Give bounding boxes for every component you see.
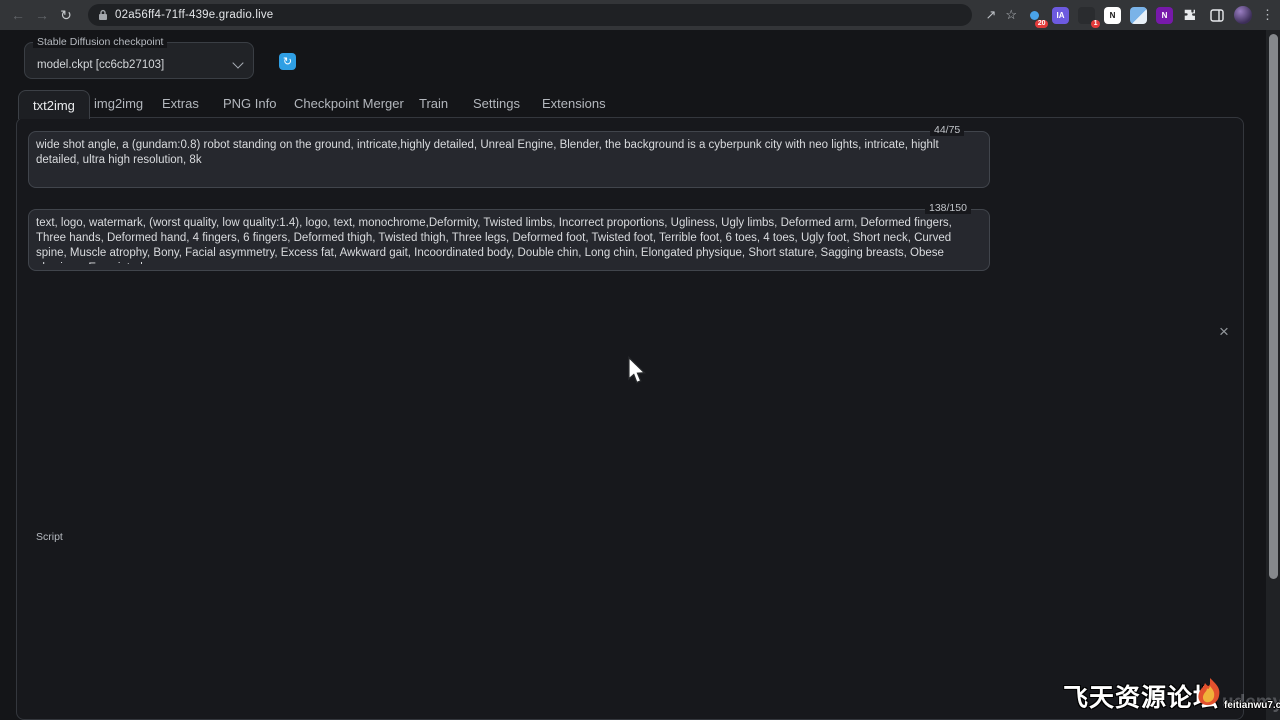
puzzle-glyph xyxy=(1184,9,1197,22)
url-text: 02a56ff4-71ff-439e.gradio.live xyxy=(115,9,273,21)
onenote-extension-icon[interactable]: N xyxy=(1156,7,1173,24)
checkpoint-label: Stable Diffusion checkpoint xyxy=(33,36,167,48)
photos-extension-icon[interactable] xyxy=(1130,7,1147,24)
ia-extension-icon[interactable]: IA xyxy=(1052,7,1069,24)
sidepanel-glyph xyxy=(1210,9,1224,22)
back-icon[interactable]: ← xyxy=(6,7,30,23)
watermark-site-text: feitianwu7.com xyxy=(1224,700,1280,711)
tab-png-info[interactable]: PNG Info xyxy=(223,90,276,117)
lock-icon xyxy=(98,9,108,21)
chevron-down-icon xyxy=(234,59,243,68)
tab-checkpoint-merger[interactable]: Checkpoint Merger xyxy=(294,90,404,117)
pin-dot xyxy=(1030,11,1039,20)
reload-icon[interactable]: ↻ xyxy=(54,7,78,24)
profile-avatar[interactable] xyxy=(1234,6,1252,24)
screenshot-badge: 1 xyxy=(1091,20,1100,28)
browser-toolbar: ← → ↻ 02a56ff4-71ff-439e.gradio.live ↗ ☆… xyxy=(0,0,1280,30)
browser-menu-icon[interactable]: ⋮ xyxy=(1261,7,1274,23)
script-label: Script xyxy=(32,531,67,543)
prompt-input[interactable]: wide shot angle, a (gundam:0.8) robot st… xyxy=(36,138,984,182)
main-panel xyxy=(16,117,1244,720)
screenshot-extension-icon[interactable]: 1 xyxy=(1078,7,1095,24)
tab-extras[interactable]: Extras xyxy=(162,90,199,117)
flame-icon xyxy=(1196,677,1222,707)
tab-extensions[interactable]: Extensions xyxy=(542,90,606,117)
prompt-token-counter: 44/75 xyxy=(930,124,964,136)
negative-token-counter: 138/150 xyxy=(925,202,971,214)
mouse-cursor xyxy=(627,356,646,385)
tab-txt2img[interactable]: txt2img xyxy=(18,90,90,119)
bookmark-star-icon[interactable]: ☆ xyxy=(1005,7,1017,23)
scrollbar-track[interactable] xyxy=(1266,30,1280,720)
checkpoint-dropdown[interactable]: Stable Diffusion checkpoint model.ckpt [… xyxy=(24,42,254,79)
pin-badge: 20 xyxy=(1035,20,1048,28)
pin-extension-icon[interactable]: 20 xyxy=(1026,7,1043,24)
scrollbar-thumb[interactable] xyxy=(1269,34,1278,579)
tab-img2img[interactable]: img2img xyxy=(94,90,143,117)
tab-settings[interactable]: Settings xyxy=(473,90,520,117)
checkpoint-value: model.ckpt [cc6cb27103] xyxy=(37,59,164,71)
screen: ← → ↻ 02a56ff4-71ff-439e.gradio.live ↗ ☆… xyxy=(0,0,1280,720)
forward-icon[interactable]: → xyxy=(30,7,54,23)
notion-extension-icon[interactable]: N xyxy=(1104,7,1121,24)
address-bar[interactable]: 02a56ff4-71ff-439e.gradio.live xyxy=(88,4,972,26)
tab-train[interactable]: Train xyxy=(419,90,448,117)
share-icon[interactable]: ↗ xyxy=(985,7,996,23)
negative-prompt-input[interactable]: text, logo, watermark, (worst quality, l… xyxy=(36,216,984,264)
close-icon[interactable]: × xyxy=(1219,322,1229,342)
sidepanel-icon[interactable] xyxy=(1208,7,1225,24)
checkpoint-refresh-button[interactable]: ↻ xyxy=(279,53,296,70)
extensions-puzzle-icon[interactable] xyxy=(1182,7,1199,24)
